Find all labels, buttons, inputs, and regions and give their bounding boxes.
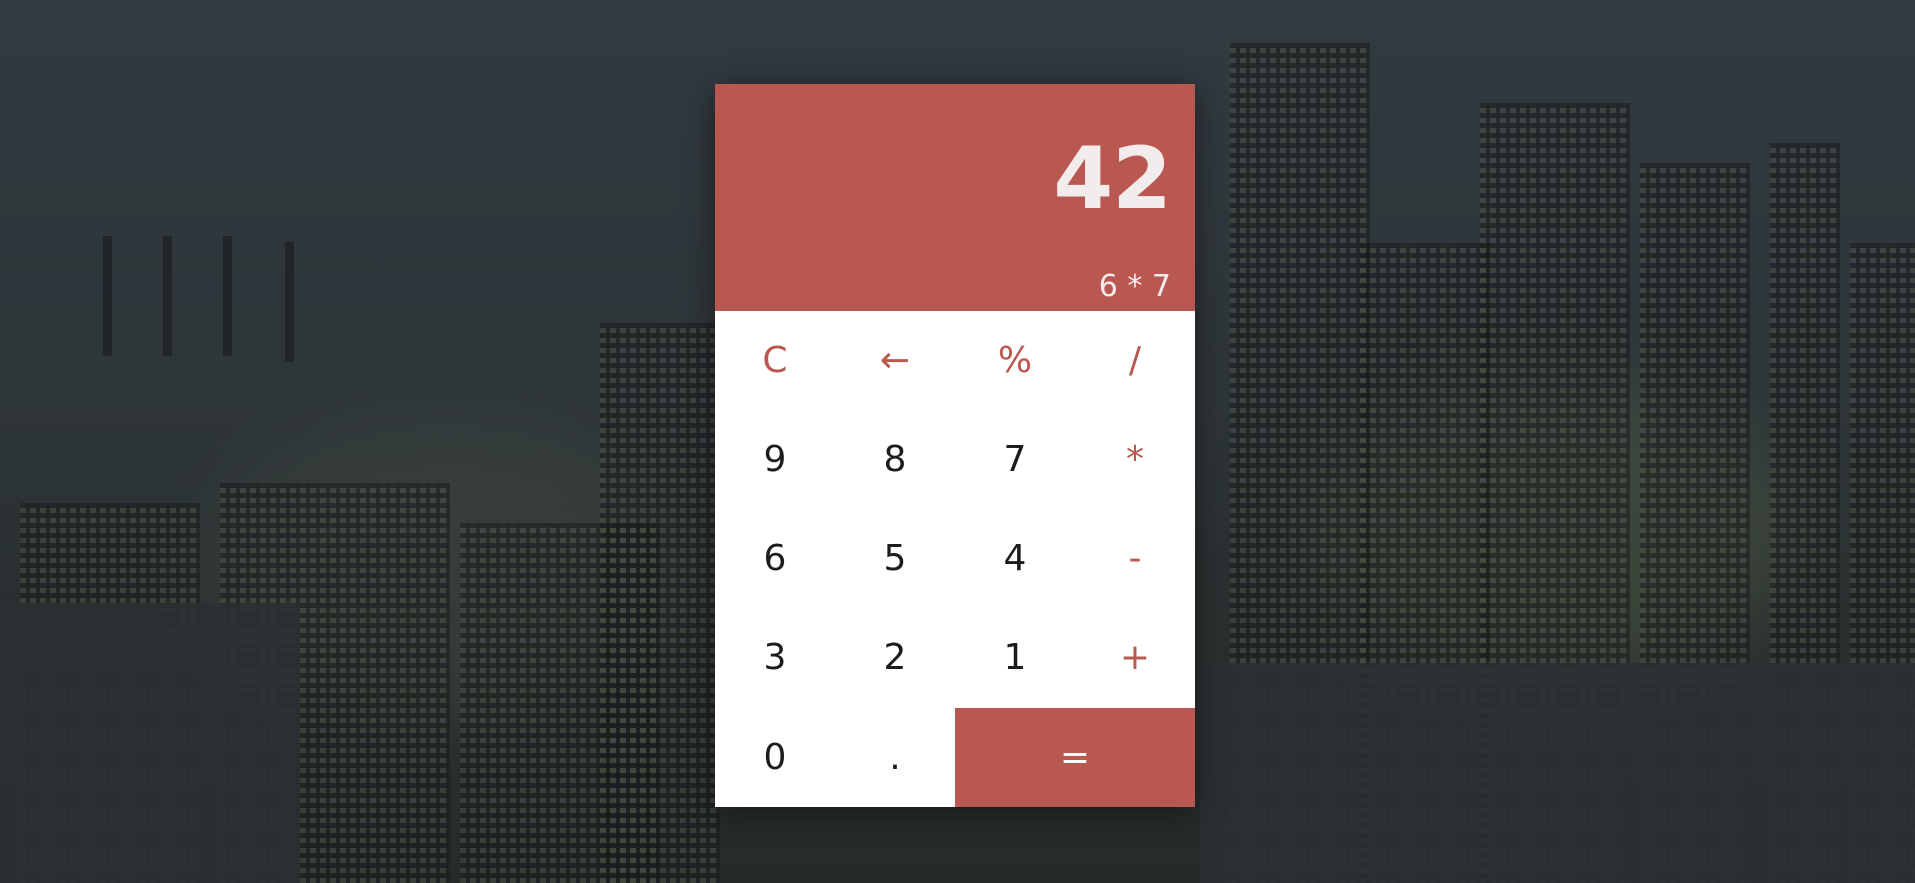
divide-button[interactable]: / — [1075, 311, 1195, 410]
subtract-button[interactable]: - — [1075, 509, 1195, 608]
percent-button[interactable]: % — [955, 311, 1075, 410]
digit-4-button[interactable]: 4 — [955, 509, 1075, 608]
digit-5-button[interactable]: 5 — [835, 509, 955, 608]
result-value: 42 — [1053, 129, 1172, 229]
digit-7-button[interactable]: 7 — [955, 410, 1075, 509]
digit-2-button[interactable]: 2 — [835, 608, 955, 707]
multiply-button[interactable]: * — [1075, 410, 1195, 509]
backspace-button[interactable]: ← — [835, 311, 955, 410]
expression-value: 6 * 7 — [1098, 269, 1171, 304]
decimal-button[interactable]: . — [835, 708, 955, 807]
digit-9-button[interactable]: 9 — [715, 410, 835, 509]
equals-button[interactable]: = — [955, 708, 1195, 807]
digit-0-button[interactable]: 0 — [715, 708, 835, 807]
calculator-display: 42 6 * 7 — [715, 84, 1195, 311]
calculator: 42 6 * 7 C ← % / 9 8 7 * 6 5 4 - 3 2 1 +… — [715, 84, 1195, 807]
keypad: C ← % / 9 8 7 * 6 5 4 - 3 2 1 + 0 . = — [715, 311, 1195, 807]
digit-8-button[interactable]: 8 — [835, 410, 955, 509]
add-button[interactable]: + — [1075, 608, 1195, 707]
digit-1-button[interactable]: 1 — [955, 608, 1075, 707]
digit-6-button[interactable]: 6 — [715, 509, 835, 608]
digit-3-button[interactable]: 3 — [715, 608, 835, 707]
clear-button[interactable]: C — [715, 311, 835, 410]
